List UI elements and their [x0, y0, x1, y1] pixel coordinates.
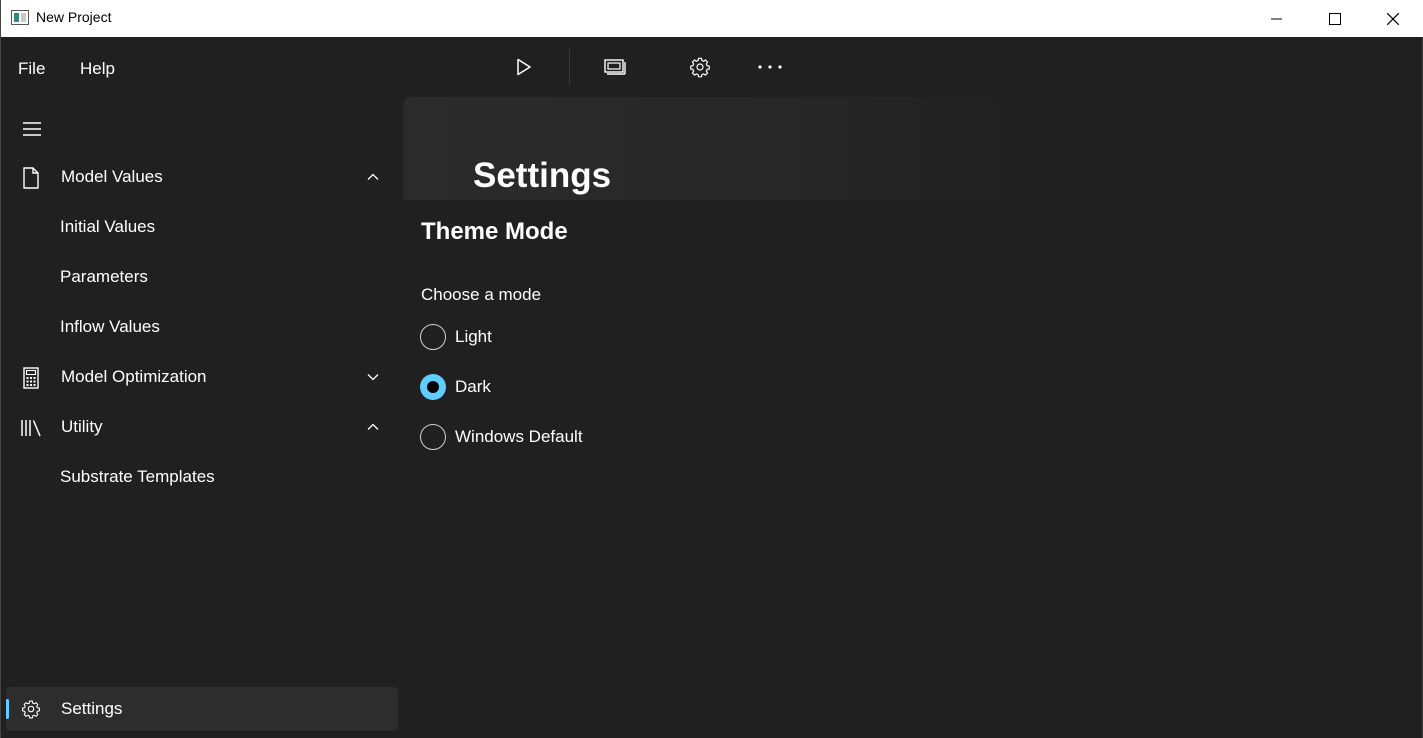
- menu-help[interactable]: Help: [80, 59, 115, 79]
- nav-item-parameters[interactable]: Parameters: [6, 257, 398, 297]
- selection-indicator: [6, 699, 9, 719]
- close-button[interactable]: [1364, 0, 1422, 37]
- screens-icon: [604, 59, 626, 75]
- chevron-up-icon[interactable]: [366, 170, 380, 184]
- nav-item-settings[interactable]: Settings: [6, 687, 398, 731]
- gear-icon: [20, 698, 42, 720]
- menu-file[interactable]: File: [18, 59, 45, 79]
- radio-group-label: Choose a mode: [421, 285, 542, 304]
- nav-item-label: Settings: [61, 699, 123, 718]
- radio-button-checked[interactable]: [420, 374, 446, 400]
- section-title: Theme Mode: [421, 218, 568, 245]
- nav-item-model-values[interactable]: Model Values: [6, 157, 398, 197]
- run-button[interactable]: [504, 49, 544, 85]
- nav-item-utility[interactable]: Utility: [6, 407, 398, 447]
- radio-label: Dark: [455, 377, 491, 396]
- calculator-icon: [20, 367, 42, 389]
- document-icon: [20, 167, 42, 189]
- page-title: Settings: [473, 156, 612, 195]
- screens-button[interactable]: [595, 49, 635, 85]
- minimize-icon: [1271, 18, 1282, 19]
- command-separator: [569, 49, 570, 85]
- nav-item-model-optimization[interactable]: Model Optimization: [6, 357, 398, 397]
- nav-item-label: Inflow Values: [60, 317, 160, 336]
- hamburger-icon: [23, 122, 41, 136]
- radio-dark[interactable]: Dark: [420, 372, 491, 402]
- nav-item-label: Model Optimization: [61, 367, 207, 386]
- gear-icon: [690, 57, 710, 78]
- minimize-button[interactable]: [1248, 0, 1306, 37]
- more-icon: [758, 65, 782, 69]
- nav-item-label: Utility: [61, 417, 103, 436]
- more-options-button[interactable]: [750, 49, 790, 85]
- maximize-icon: [1329, 12, 1341, 25]
- nav-item-label: Initial Values: [60, 217, 156, 236]
- nav-item-label: Substrate Templates: [60, 467, 215, 486]
- close-icon: [1387, 12, 1399, 25]
- nav-item-label: Model Values: [61, 167, 163, 186]
- menu-bar: File Help: [1, 37, 1423, 97]
- maximize-button[interactable]: [1306, 0, 1364, 37]
- app-icon: [11, 10, 29, 25]
- nav-item-initial-values[interactable]: Initial Values: [6, 207, 398, 247]
- chevron-down-icon[interactable]: [366, 370, 380, 384]
- nav-item-label: Parameters: [60, 267, 148, 286]
- library-icon: [20, 417, 42, 439]
- radio-light[interactable]: Light: [420, 322, 492, 352]
- radio-windows-default[interactable]: Windows Default: [420, 422, 583, 452]
- radio-label: Light: [455, 327, 492, 346]
- play-icon: [517, 58, 531, 76]
- radio-button-unchecked[interactable]: [420, 424, 446, 450]
- hamburger-menu-button[interactable]: [14, 111, 50, 147]
- app-window: New Project File Help Model Values Initi…: [0, 0, 1423, 738]
- nav-item-inflow-values[interactable]: Inflow Values: [6, 307, 398, 347]
- nav-item-substrate-templates[interactable]: Substrate Templates: [6, 457, 398, 497]
- chevron-up-icon[interactable]: [366, 420, 380, 434]
- radio-label: Windows Default: [455, 427, 583, 446]
- window-title: New Project: [36, 9, 112, 25]
- title-bar: New Project: [1, 0, 1423, 37]
- settings-command-button[interactable]: [680, 49, 720, 85]
- radio-button-unchecked[interactable]: [420, 324, 446, 350]
- navigation-pane: Model Values Initial Values Parameters I…: [2, 97, 402, 738]
